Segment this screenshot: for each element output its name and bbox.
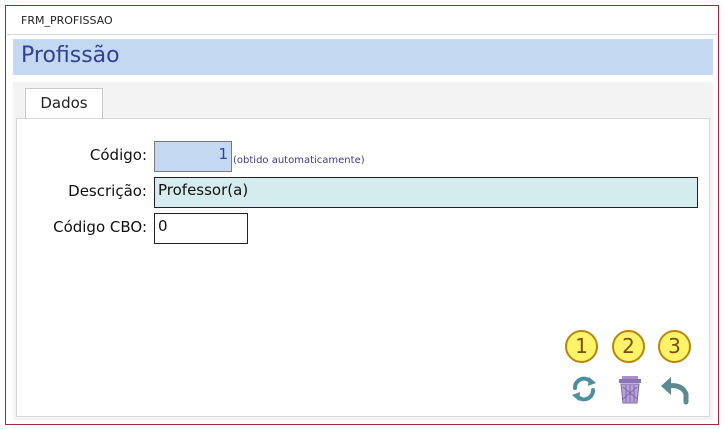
page-title: Profissão: [21, 43, 120, 68]
tab-panel-dados: Código: 1 (obtido automaticamente) Descr…: [16, 118, 710, 417]
callout-badge-2: 2: [612, 330, 645, 363]
form-area: Dados Código: 1 (obtido automaticamente)…: [13, 82, 713, 420]
codigo-hint: (obtido automaticamente): [233, 155, 365, 166]
callout-badge-3: 3: [658, 330, 691, 363]
codigo-cbo-label: Código CBO:: [53, 218, 147, 236]
undo-icon: [661, 377, 689, 405]
descricao-label: Descrição:: [68, 182, 147, 200]
refresh-button[interactable]: [567, 372, 601, 406]
header-band: Profissão: [13, 39, 713, 75]
codigo-cbo-field[interactable]: 0: [154, 213, 248, 244]
codigo-field[interactable]: 1: [154, 141, 232, 172]
window-title: FRM_PROFISSAO: [21, 14, 113, 27]
title-bar: FRM_PROFISSAO: [7, 7, 717, 35]
undo-button[interactable]: [658, 372, 692, 406]
tab-dados[interactable]: Dados: [25, 88, 103, 119]
callout-badge-1: 1: [565, 330, 598, 363]
delete-button[interactable]: [613, 372, 647, 406]
descricao-field[interactable]: Professor(a): [154, 177, 698, 208]
trash-icon: [619, 376, 641, 404]
refresh-icon: [572, 376, 596, 402]
codigo-label: Código:: [89, 146, 147, 164]
form-window: FRM_PROFISSAO Profissão Dados Código: 1 …: [5, 5, 719, 425]
